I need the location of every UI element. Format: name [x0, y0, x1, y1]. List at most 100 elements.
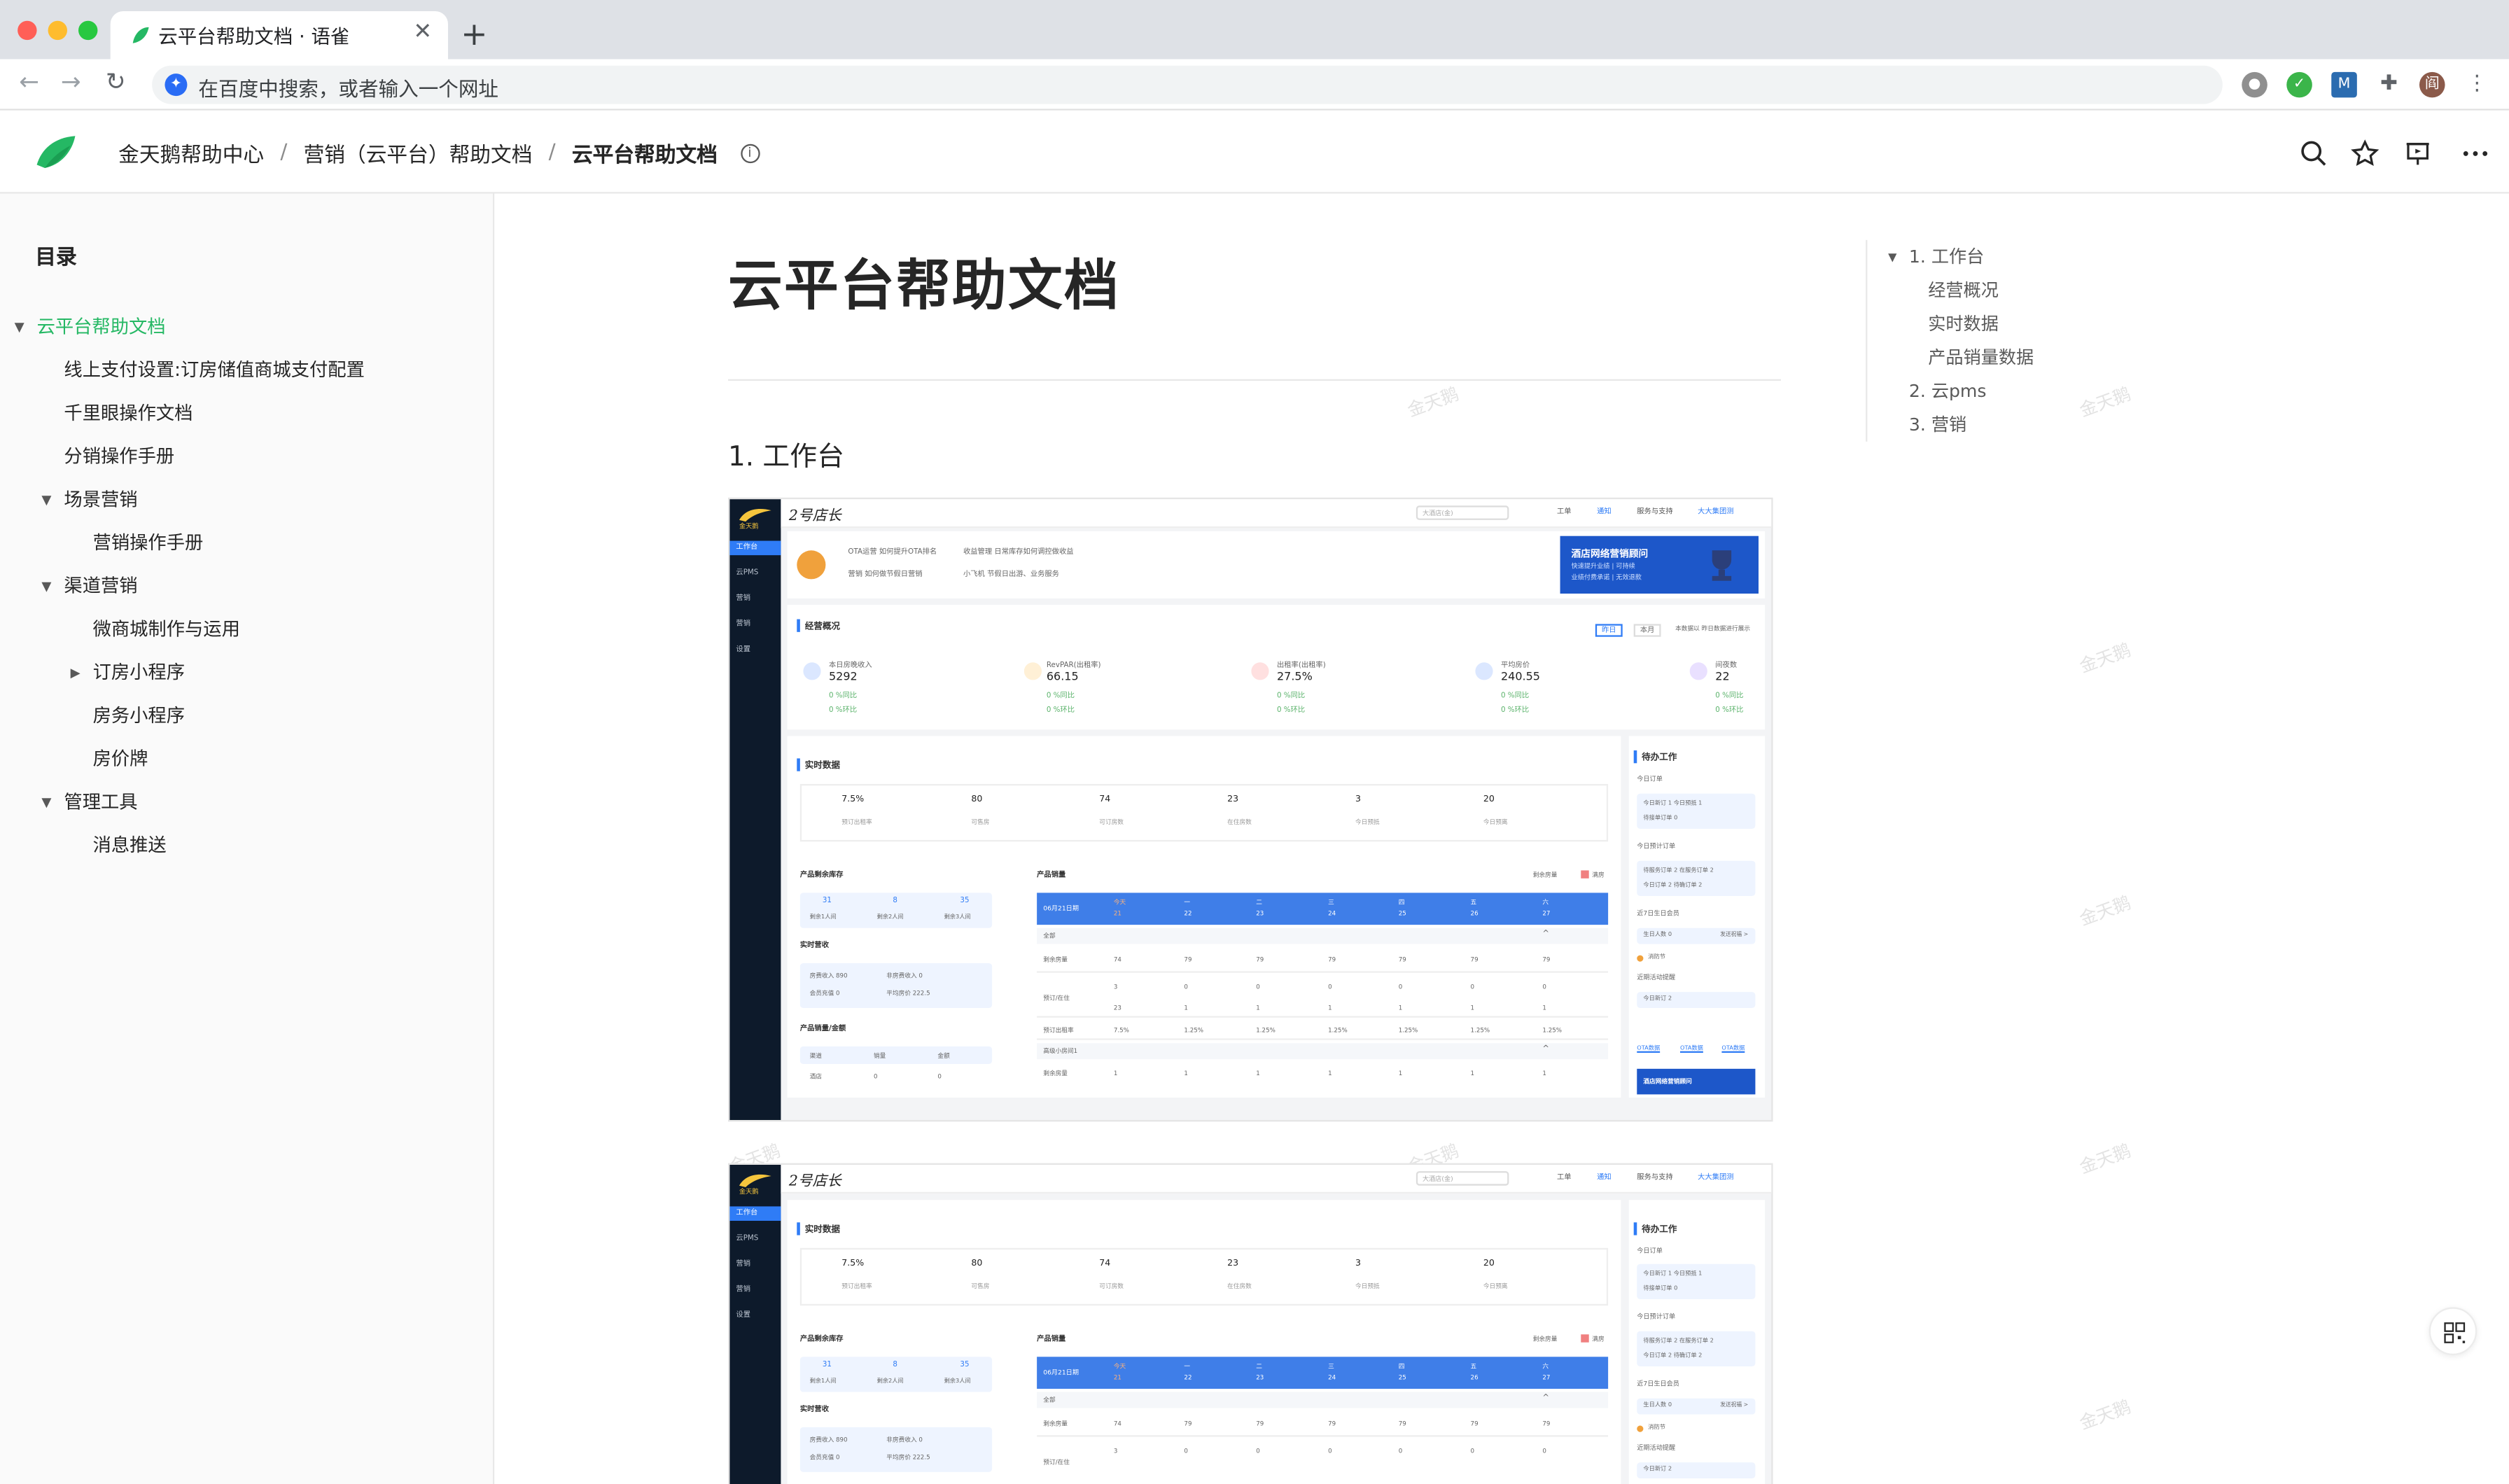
tree-item-marketing-manual[interactable]: 营销操作手册 [0, 522, 494, 565]
breadcrumb-current[interactable]: 云平台帮助文档 [572, 138, 718, 168]
day-week: 四 [1398, 897, 1405, 906]
close-tab-icon[interactable]: ✕ [413, 19, 432, 45]
tree-item-channel-marketing[interactable]: ▼ 渠道营销 [0, 565, 494, 608]
extension-check-icon[interactable]: ✓ [2286, 71, 2312, 98]
stat-label: 今日预抵 [1355, 817, 1380, 826]
holiday-dot [1637, 955, 1644, 962]
cell: 0 [1328, 1446, 1332, 1455]
cell: 7.5% [1113, 1026, 1129, 1034]
forward-icon[interactable]: → [61, 67, 81, 96]
qr-code-button[interactable] [2428, 1307, 2477, 1355]
screenshot-sidebar: 金天鹅 工作台 云PMS 营销 营销 设置 [729, 1164, 781, 1484]
caret-down-icon[interactable]: ▼ [1888, 251, 1896, 264]
caret-down-icon[interactable]: ▼ [15, 306, 25, 349]
caret-down-icon[interactable]: ▼ [41, 478, 51, 522]
close-window-button[interactable] [18, 20, 37, 41]
watermark: 金天鹅 [2076, 892, 2134, 930]
profile-avatar[interactable]: 阎 [2419, 71, 2445, 98]
tree-item-qianliyan[interactable]: 千里眼操作文档 [0, 392, 494, 435]
tree-item-message-push[interactable]: 消息推送 [0, 824, 494, 867]
sales-header-row: 06月21日期 今天 21 一 22 二 23 三 24 四 25 五 26 六… [1037, 892, 1609, 925]
breadcrumb-home[interactable]: 金天鹅帮助中心 [118, 138, 264, 168]
day-week: 五 [1470, 1362, 1477, 1370]
topbar-link: 工单 [1556, 508, 1572, 517]
browser-toolbar: ← → ↻ ✦ 在百度中搜索，或者输入一个网址 ● ✓ M ✚ 阎 ⋮ [0, 59, 2509, 111]
cell: 79 [1542, 1419, 1551, 1427]
watermark: 金天鹅 [2076, 639, 2134, 678]
nav-cloudpms: 云PMS [736, 569, 759, 578]
revenue-row: 房费收入 890 [809, 1435, 848, 1443]
kpi-value: 5292 [828, 670, 858, 683]
toc-item[interactable]: 产品销量数据 [1928, 344, 2034, 370]
breadcrumb-separator: / [548, 141, 556, 165]
cell: 79 [1328, 955, 1336, 963]
minimize-window-button[interactable] [48, 20, 67, 41]
back-icon[interactable]: ← [19, 67, 39, 96]
yuque-logo-icon[interactable] [32, 130, 81, 174]
browser-tab-active[interactable]: 云平台帮助文档 · 语雀 ✕ [110, 10, 448, 59]
revenue-row: 会员充值 0 [809, 1452, 840, 1461]
tree-item-micro-mall[interactable]: 微商城制作与运用 [0, 608, 494, 652]
reload-icon[interactable]: ↻ [106, 67, 126, 96]
day-week: 六 [1542, 1362, 1549, 1370]
legend-full-swatch [1581, 870, 1589, 878]
search-icon[interactable] [2300, 139, 2328, 168]
stock-title: 产品剩余库存 [799, 1336, 844, 1344]
tree-item-cloud-doc[interactable]: ▼ 云平台帮助文档 [0, 306, 494, 349]
day-date: 25 [1398, 1373, 1406, 1381]
todo-line: 今日订单 2 待确订单 2 [1643, 1352, 1703, 1359]
stock-value: 31 [822, 1362, 832, 1370]
cell: 0 [1184, 982, 1188, 990]
cell: 0 [1542, 982, 1546, 990]
info-icon[interactable]: i [740, 143, 760, 162]
tree-item-distribution[interactable]: 分销操作手册 [0, 435, 494, 479]
browser-menu-icon[interactable]: ⋮ [2464, 72, 2490, 98]
tree-item-rate-board[interactable]: 房价牌 [0, 738, 494, 781]
tree-item-management-tools[interactable]: ▼ 管理工具 [0, 780, 494, 824]
stat-value: 7.5% [841, 1259, 865, 1269]
tree-item-online-pay[interactable]: 线上支付设置:订房储值商城支付配置 [0, 349, 494, 392]
sales-all-header: 渠道 销量 金额 [799, 1046, 993, 1064]
tree-item-booking-miniapp[interactable]: ▶ 订房小程序 [0, 651, 494, 694]
day-date: 22 [1184, 909, 1192, 917]
address-bar[interactable]: ✦ 在百度中搜索，或者输入一个网址 [152, 65, 2223, 104]
kpi-delta: 0 %同比 [1715, 692, 1744, 701]
tree-item-label: 千里眼操作文档 [64, 401, 193, 424]
stat-value: 80 [971, 794, 983, 805]
zoom-window-button[interactable] [78, 20, 98, 41]
brand-name: 金天鹅 [739, 1186, 759, 1196]
tree-item-scene-marketing[interactable]: ▼ 场景营销 [0, 478, 494, 522]
todo-link: OTA数据 [1679, 1044, 1703, 1051]
cell: 0 [1470, 1446, 1475, 1455]
toc-item[interactable]: 2. 云pms [1909, 377, 1987, 403]
new-tab-button[interactable]: + [461, 15, 487, 53]
remaining-row: 剩余房量 74 79 79 79 79 79 79 [1037, 947, 1609, 973]
breadcrumb-book[interactable]: 营销（云平台）帮助文档 [304, 138, 533, 168]
extension-m-icon[interactable]: M [2331, 71, 2357, 98]
extensions-puzzle-icon[interactable]: ✚ [2376, 72, 2402, 98]
extension-globe-icon[interactable]: ● [2242, 71, 2267, 98]
toc-item[interactable]: 实时数据 [1928, 310, 1999, 336]
toc-item[interactable]: 1. 工作台 [1909, 243, 1984, 269]
day-date: 27 [1542, 909, 1551, 917]
caret-down-icon[interactable]: ▼ [41, 780, 51, 824]
caret-right-icon[interactable]: ▶ [71, 651, 81, 694]
present-icon[interactable] [2403, 139, 2432, 168]
yuque-favicon-icon [132, 27, 149, 43]
topbar-link: 大大集团测 [1698, 1174, 1734, 1183]
baidu-icon: ✦ [165, 74, 188, 97]
todo-box: 生日人数 0 发送祝福 > [1637, 1398, 1756, 1415]
star-icon[interactable] [2351, 139, 2379, 168]
toc-item[interactable]: 3. 营销 [1909, 411, 1966, 437]
screenshot-topbar: 2号店长 大酒店(金) 工单 通知 服务与支持 大大集团测 [781, 499, 1772, 528]
kpi-label: 间夜数 [1715, 662, 1738, 671]
more-icon[interactable] [2461, 139, 2489, 168]
kpi-icon [1475, 662, 1493, 680]
sales-title: 产品销量 [1037, 1336, 1066, 1344]
cell: 0 [1398, 982, 1403, 990]
tree-item-label: 分销操作手册 [64, 444, 175, 468]
tree-item-housekeeping-miniapp[interactable]: 房务小程序 [0, 694, 494, 738]
stock-box: 31 剩余1人间 8 剩余2人间 35 剩余3人间 [799, 1357, 993, 1392]
toc-item[interactable]: 经营概况 [1928, 276, 1999, 302]
caret-down-icon[interactable]: ▼ [41, 565, 51, 608]
